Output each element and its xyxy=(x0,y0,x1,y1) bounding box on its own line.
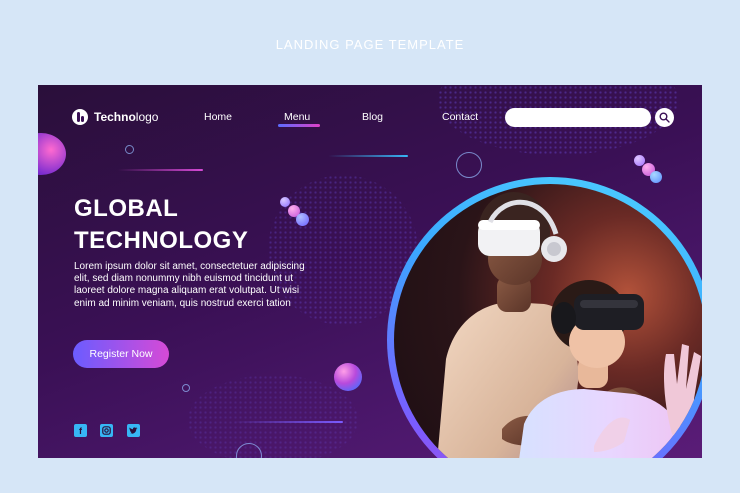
hero-description: Lorem ipsum dolor sit amet, consectetuer… xyxy=(74,261,305,309)
hero-title-line-1: GLOBAL xyxy=(74,195,179,222)
twitter-icon[interactable] xyxy=(127,424,140,437)
decorative-ring xyxy=(125,145,134,154)
logo-mark-icon xyxy=(72,109,88,125)
template-caption: LANDING PAGE TEMPLATE xyxy=(275,37,465,52)
instagram-icon[interactable] xyxy=(100,424,113,437)
nav-link-home[interactable]: Home xyxy=(204,111,232,123)
decorative-line xyxy=(118,169,203,171)
facebook-icon[interactable]: f xyxy=(74,424,87,437)
decorative-line xyxy=(233,421,343,423)
active-nav-indicator xyxy=(278,124,320,127)
decorative-sphere xyxy=(334,363,362,391)
hero-title: GLOBAL TECHNOLOGY xyxy=(74,193,248,257)
halftone-decoration xyxy=(188,375,358,458)
brand-logo[interactable]: Technologo xyxy=(72,109,158,125)
register-now-button[interactable]: Register Now xyxy=(73,340,169,368)
search-button[interactable] xyxy=(655,108,674,127)
top-navigation: Technologo Home Menu Blog Contact xyxy=(38,85,702,149)
nav-link-contact[interactable]: Contact xyxy=(442,111,478,123)
hero-title-line-2: TECHNOLOGY xyxy=(74,227,249,254)
search-input[interactable] xyxy=(505,108,651,127)
decorative-sphere xyxy=(650,171,662,183)
decorative-sphere xyxy=(280,197,290,207)
landing-page-card: Technologo Home Menu Blog Contact GLOBAL… xyxy=(38,85,702,458)
decorative-ring xyxy=(456,152,482,178)
decorative-line xyxy=(328,155,408,157)
search-icon xyxy=(659,112,670,123)
nav-link-blog[interactable]: Blog xyxy=(362,111,383,123)
decorative-ring xyxy=(182,384,190,392)
decorative-sphere xyxy=(296,213,309,226)
logo-text: Technologo xyxy=(94,110,159,124)
nav-link-menu[interactable]: Menu xyxy=(284,111,310,123)
